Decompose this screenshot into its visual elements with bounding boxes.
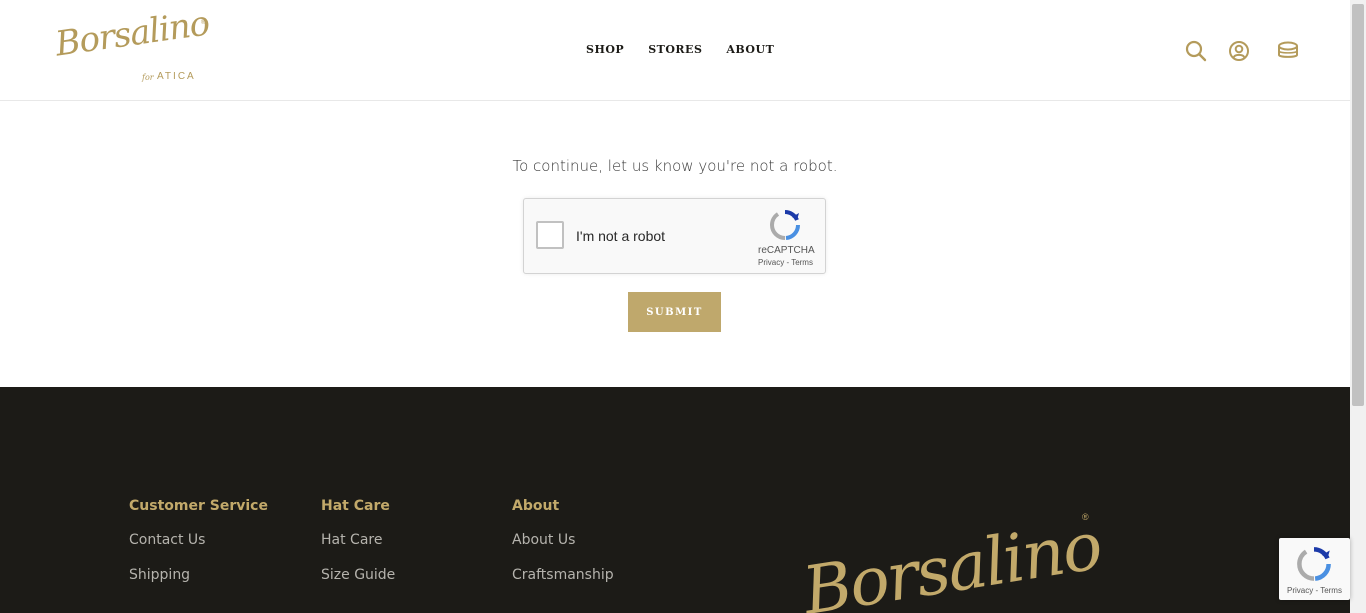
recaptcha-checkbox[interactable] (536, 221, 564, 249)
footer-column-title: Customer Service (129, 498, 268, 514)
submit-button[interactable]: SUBMIT (628, 292, 721, 332)
captcha-prompt: To continue, let us know you're not a ro… (512, 157, 838, 175)
search-icon[interactable] (1183, 38, 1209, 64)
account-icon[interactable] (1226, 38, 1252, 64)
recaptcha-badge[interactable]: Privacy - Terms (1279, 538, 1350, 600)
brand-for: for (142, 73, 154, 82)
footer-link-size-guide[interactable]: Size Guide (321, 567, 395, 583)
site-footer: Customer Service Contact Us Shipping Hat… (0, 387, 1350, 613)
footer-link-hat-care[interactable]: Hat Care (321, 532, 395, 548)
footer-brand-logo: Borsalino ® (800, 500, 1100, 613)
recaptcha-logo-icon (769, 209, 801, 241)
recaptcha-label: I'm not a robot (576, 228, 666, 244)
footer-link-about-us[interactable]: About Us (512, 532, 614, 548)
nav-shop[interactable]: SHOP (586, 43, 624, 56)
footer-column-about: About About Us Craftsmanship (512, 498, 614, 602)
footer-link-shipping[interactable]: Shipping (129, 567, 268, 583)
recaptcha-links[interactable]: Privacy - Terms (758, 258, 813, 267)
recaptcha-widget: I'm not a robot reCAPTCHA Privacy - Term… (523, 198, 826, 274)
brand-partner: ATICA (157, 71, 196, 82)
captcha-section: To continue, let us know you're not a ro… (0, 101, 1350, 387)
page-scrollbar[interactable] (1350, 0, 1366, 613)
recaptcha-badge-logo-icon (1296, 546, 1332, 582)
footer-link-craftsmanship[interactable]: Craftsmanship (512, 567, 614, 583)
site-header: Borsalino ® for ATICA SHOP STORES ABOUT (0, 0, 1350, 101)
recaptcha-badge-links[interactable]: Privacy - Terms (1287, 586, 1342, 595)
footer-column-title: Hat Care (321, 498, 390, 514)
brand-logo[interactable]: Borsalino ® for ATICA (53, 3, 212, 86)
nav-about[interactable]: ABOUT (726, 43, 774, 56)
footer-column-customer-service: Customer Service Contact Us Shipping (129, 498, 268, 602)
recaptcha-brand: reCAPTCHA (758, 245, 815, 256)
scrollbar-thumb[interactable] (1352, 4, 1364, 406)
nav-stores[interactable]: STORES (648, 43, 702, 56)
footer-link-contact-us[interactable]: Contact Us (129, 532, 268, 548)
footer-brand-registered-mark: ® (1082, 512, 1089, 522)
footer-column-hat-care: Hat Care Hat Care Size Guide (321, 498, 395, 602)
brand-script: Borsalino (52, 3, 212, 65)
cart-icon[interactable] (1275, 38, 1301, 64)
footer-brand-script: Borsalino (800, 507, 1100, 613)
main-nav: SHOP STORES ABOUT (586, 43, 774, 56)
footer-column-title: About (512, 498, 560, 514)
brand-registered-mark: ® (201, 20, 206, 26)
